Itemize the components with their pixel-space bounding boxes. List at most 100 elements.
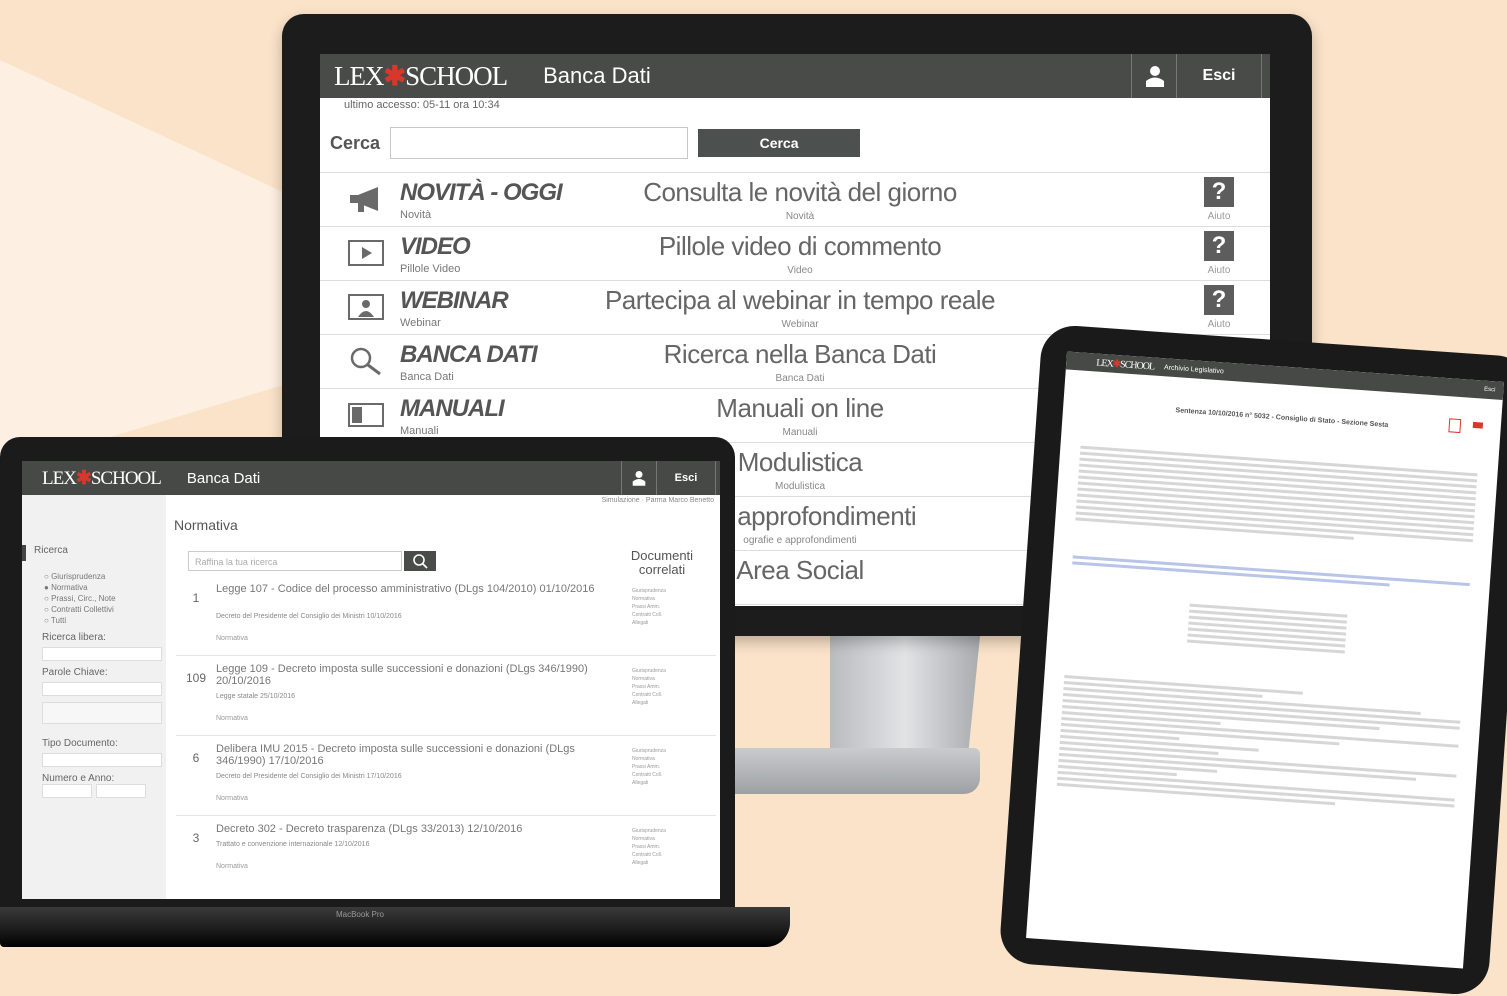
related-docs-heading: Documenti correlati xyxy=(630,548,694,577)
related-link[interactable]: Prassi Amm. xyxy=(632,843,666,851)
keywords-input[interactable] xyxy=(42,682,162,696)
document-title: Sentenza 10/10/2016 n° 5032 - Consiglio … xyxy=(1175,407,1389,430)
lexschool-logo[interactable]: LEX✱SCHOOL xyxy=(334,61,508,92)
related-link[interactable]: Prassi Amm. xyxy=(632,683,666,691)
related-link[interactable]: Normativa xyxy=(632,675,666,683)
app-header: LEX✱SCHOOL Archivio Legislativo Esci xyxy=(1065,351,1504,400)
menu-description: Pillole video di commento xyxy=(658,231,942,261)
help-button[interactable]: ? xyxy=(1204,285,1234,315)
related-link[interactable]: Normativa xyxy=(632,835,666,843)
keywords-label: Parole Chiave: xyxy=(42,667,108,678)
laptop-model-label: MacBook Pro xyxy=(335,910,385,919)
document-header-lines xyxy=(1187,601,1348,657)
megaphone-icon xyxy=(350,187,378,212)
related-link[interactable]: Contratti Coll. xyxy=(632,851,666,859)
radio-giurisprudenza[interactable]: ○ Giurisprudenza xyxy=(22,571,166,582)
result-item[interactable]: 109 Legge 109 - Decreto imposta sulle su… xyxy=(176,657,716,736)
user-button[interactable] xyxy=(1131,54,1178,98)
keywords-area[interactable] xyxy=(42,702,162,724)
lexschool-logo[interactable]: LEX✱SCHOOL xyxy=(1096,357,1154,372)
refine-search-button[interactable] xyxy=(404,551,436,571)
related-link[interactable]: Normativa xyxy=(632,755,666,763)
related-links: Giurisprudenza Normativa Prassi Amm. Contra… xyxy=(632,747,666,787)
presenter-icon xyxy=(348,294,384,320)
menu-item-video[interactable]: VIDEO Pillole Video Pillole video di com… xyxy=(320,227,1270,281)
app-title: Banca Dati xyxy=(186,469,261,487)
related-link[interactable]: Prassi Amm. xyxy=(632,603,666,611)
year-input[interactable] xyxy=(96,784,146,798)
tablet: LEX✱SCHOOL Archivio Legislativo Esci Sen… xyxy=(998,323,1507,996)
result-item[interactable]: 1 Legge 107 - Codice del processo ammini… xyxy=(176,577,716,656)
search-button[interactable]: Cerca xyxy=(698,129,861,157)
logout-button[interactable]: Esci xyxy=(1176,54,1262,98)
menu-subtitle: Pillole Video xyxy=(400,263,461,275)
related-link[interactable]: Allegati xyxy=(632,859,666,867)
menu-subtitle: Banca Dati xyxy=(400,371,454,383)
result-subtitle: Decreto del Presidente del Consiglio dei… xyxy=(216,613,402,620)
related-link[interactable]: Prassi Amm. xyxy=(632,763,666,771)
result-number: 1 xyxy=(192,591,200,605)
menu-item-webinar[interactable]: WEBINAR Webinar Partecipa al webinar in … xyxy=(320,281,1270,335)
menu-description-sub: Webinar xyxy=(781,319,819,330)
free-search-input[interactable] xyxy=(42,647,162,661)
help-button[interactable]: ? xyxy=(1204,231,1234,261)
search-bar: Cerca Cerca xyxy=(320,120,1270,166)
monitor-stand xyxy=(830,636,980,756)
radio-prassi[interactable]: ○ Prassi, Circ., Note xyxy=(22,593,166,604)
lexschool-logo[interactable]: LEX✱SCHOOL xyxy=(42,467,162,490)
related-link[interactable]: Giurisprudenza xyxy=(632,667,666,675)
related-link[interactable]: Allegati xyxy=(632,699,666,707)
menu-subtitle: Webinar xyxy=(400,317,441,329)
pdf-icon[interactable] xyxy=(1448,418,1462,434)
result-title[interactable]: Legge 107 - Codice del processo amminist… xyxy=(216,583,596,595)
doctype-select[interactable] xyxy=(42,753,162,767)
search-icon xyxy=(413,554,428,569)
refine-search-input[interactable]: Raffina la tua ricerca xyxy=(188,551,402,571)
laptop: LEX✱SCHOOL Banca Dati Esci Ricerca ○ Giu… xyxy=(0,437,735,931)
help-button[interactable]: ? xyxy=(1204,177,1234,207)
help-label: Aiuto xyxy=(1207,265,1231,276)
help-label: Aiuto xyxy=(1207,319,1231,330)
related-links: Giurisprudenza Normativa Prassi Amm. Contra… xyxy=(632,587,666,627)
result-subtitle: Legge statale 25/10/2016 xyxy=(216,693,296,700)
result-title[interactable]: Decreto 302 - Decreto trasparenza (DLgs … xyxy=(216,823,596,835)
breadcrumb: Simulazione · Parma Marco Benetto xyxy=(601,497,714,504)
result-title[interactable]: Legge 109 - Decreto imposta sulle succes… xyxy=(216,663,596,687)
related-link[interactable]: Allegati xyxy=(632,779,666,787)
document-type-radios: ○ Giurisprudenza ● Normativa ○ Prassi, C… xyxy=(22,571,166,626)
menu-description-sub: Banca Dati xyxy=(775,373,825,384)
related-link[interactable]: Allegati xyxy=(632,619,666,627)
document-body xyxy=(1056,672,1462,816)
result-item[interactable]: 3 Decreto 302 - Decreto trasparenza (DLg… xyxy=(176,817,716,895)
back-icon[interactable] xyxy=(1472,421,1484,429)
search-input[interactable] xyxy=(390,127,689,159)
result-title[interactable]: Delibera IMU 2015 - Decreto imposta sull… xyxy=(216,743,596,767)
sidebar-item-ricerca[interactable]: Ricerca xyxy=(22,545,166,561)
result-item[interactable]: 6 Delibera IMU 2015 - Decreto imposta su… xyxy=(176,737,716,816)
related-link[interactable]: Contratti Coll. xyxy=(632,691,666,699)
radio-tutti[interactable]: ○ Tutti xyxy=(22,615,166,626)
number-input[interactable] xyxy=(42,784,92,798)
result-subtitle: Trattato e convenzione internazionale 12… xyxy=(216,841,370,848)
related-link[interactable]: Contratti Coll. xyxy=(632,611,666,619)
menu-item-novita[interactable]: NOVITÀ - OGGI Novità Consulta le novità … xyxy=(320,173,1270,227)
number-year-inputs xyxy=(42,784,166,798)
related-link[interactable]: Contratti Coll. xyxy=(632,771,666,779)
related-link[interactable]: Giurisprudenza xyxy=(632,827,666,835)
related-link[interactable]: Giurisprudenza xyxy=(632,587,666,595)
radio-normativa[interactable]: ● Normativa xyxy=(22,582,166,593)
related-link[interactable]: Giurisprudenza xyxy=(632,747,666,755)
document-text xyxy=(1075,443,1478,552)
logout-button[interactable]: Esci xyxy=(1484,387,1496,394)
related-link[interactable]: Normativa xyxy=(632,595,666,603)
user-button[interactable] xyxy=(621,461,656,495)
menu-subtitle: Manuali xyxy=(400,425,439,437)
logout-button[interactable]: Esci xyxy=(656,461,716,495)
radio-contratti[interactable]: ○ Contratti Collettivi xyxy=(22,604,166,615)
laptop-screen: LEX✱SCHOOL Banca Dati Esci Ricerca ○ Giu… xyxy=(22,461,720,899)
menu-description: Partecipa al webinar in tempo reale xyxy=(604,285,996,315)
number-year-label: Numero e Anno: xyxy=(42,773,115,784)
result-number: 6 xyxy=(192,751,200,765)
result-number: 109 xyxy=(185,671,207,685)
menu-title: WEBINAR xyxy=(400,287,509,314)
